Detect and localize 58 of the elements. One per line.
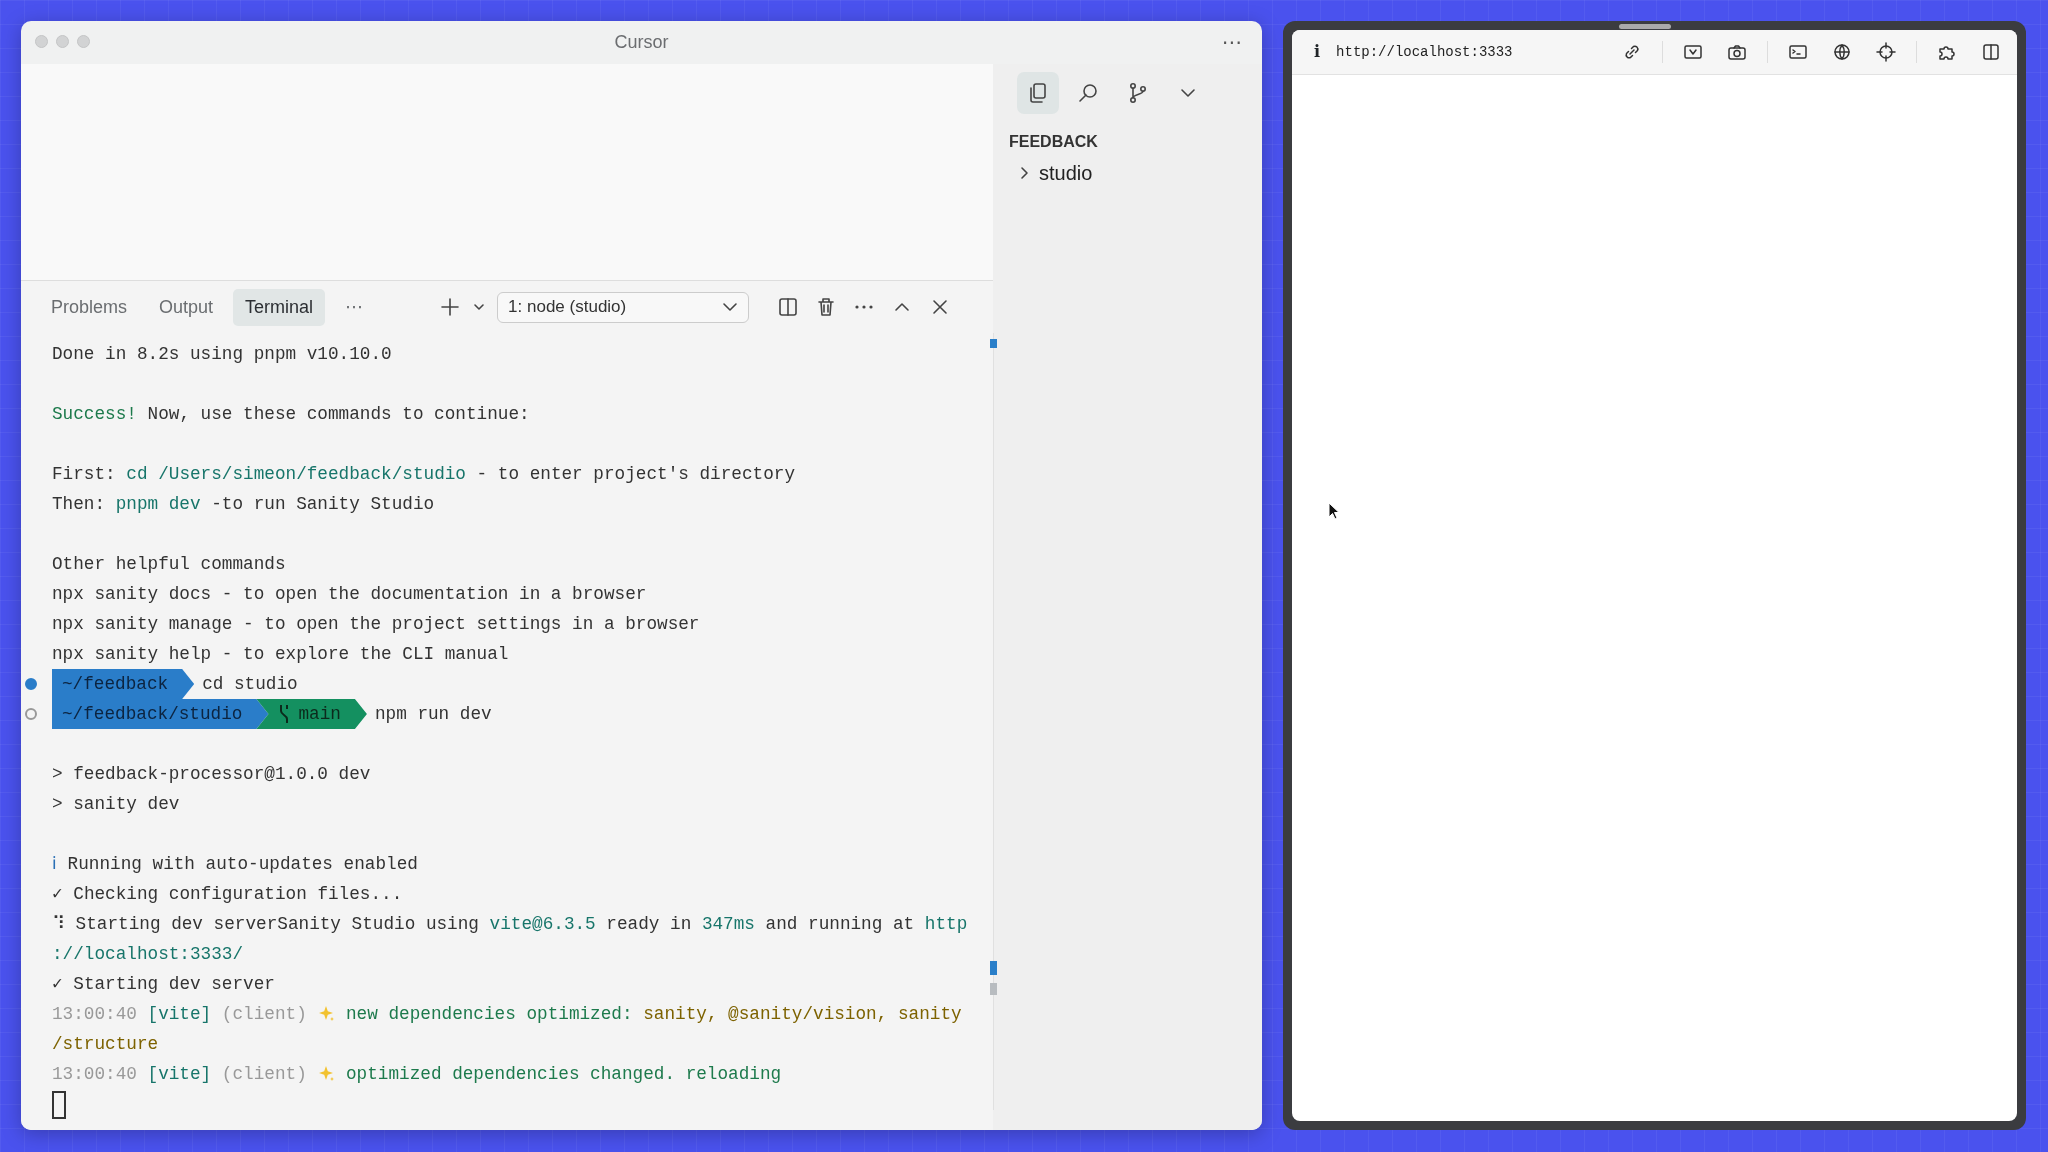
terminal-text: Other helpful commands [52,553,286,576]
terminal-text: npx sanity docs - to open the documentation in a browser [52,583,647,606]
terminal-text: cd studio [202,673,298,696]
scroll-marker [990,961,997,975]
info-button[interactable]: i [1314,40,1321,64]
search-icon [1076,81,1100,105]
terminal-select[interactable]: 1: node (studio) [497,291,750,323]
window-title: Cursor [614,31,669,54]
terminal-text: ✓ Checking configuration files... [52,883,403,906]
branch-name: main [298,703,341,726]
scroll-marker [990,339,997,348]
plus-icon [439,296,462,318]
prompt-path: ~/feedback/studio [52,699,269,729]
section-title: FEEDBACK [1009,133,1098,150]
branch-icon [278,703,291,725]
terminal-text: ⠹ Starting dev serverSanity Studio using vite@6.3.5 ready in 347ms and running at http [52,913,968,936]
terminal-text: npm run dev [374,703,492,726]
terminal-text: > sanity dev [52,793,180,816]
window-menu[interactable]: ⋯ [1222,27,1242,57]
terminal-text: Success! Now, use these commands to continue: [52,403,530,426]
mouse-pointer-icon [1328,502,1340,520]
caret-icon [473,301,486,313]
terminal-icon [1788,42,1808,62]
terminal-text: ✓ Starting dev server [52,973,275,996]
crosshair-icon [1876,42,1896,62]
terminal-text: First: cd /Users/simeon/feedback/studio - to enter project's directory [52,463,795,486]
sidebar-icon [1981,42,2001,62]
terminal-text: /structure [52,1033,159,1056]
split-icon [777,296,800,318]
more-icon [855,305,874,309]
camera-icon [1727,42,1747,62]
link-icon [1622,42,1642,62]
terminal-text: 13:00:40 [vite] (client) [52,1063,308,1086]
tree-item[interactable]: studio [1039,158,1093,188]
terminal-text: > feedback-processor@1.0.0 dev [52,763,371,786]
terminal-text: 13:00:40 [vite] (client) [52,1003,308,1026]
more-tabs-button[interactable]: ⋯ [333,288,376,326]
terminal-text: ://localhost:3333/ [52,943,244,966]
panel-tab[interactable]: Problems [39,288,140,326]
panel-tab[interactable]: Output [147,288,226,326]
address-field[interactable]: http://localhost:3333 [1336,41,1602,63]
terminal-text: Done in 8.2s using pnpm v10.10.0 [52,343,392,366]
prompt-path: ~/feedback [52,669,195,699]
terminal-text: npx sanity help - to explore the CLI manual [52,643,509,666]
dropdown-button[interactable] [473,301,486,313]
terminal-text: optimized dependencies changed. reloading [345,1063,782,1086]
sparkle-icon [317,1005,336,1023]
terminal-text: new dependencies optimized: sanity, @sanity/vision, sanity [345,1003,962,1026]
scroll-marker [990,983,997,995]
sparkle-icon [317,1065,336,1083]
terminal-text: Then: pnpm dev -to run Sanity Studio [52,493,435,516]
activity-tab[interactable] [1017,72,1059,114]
drag-handle[interactable] [1619,24,1671,29]
terminal-cursor [52,1091,66,1119]
terminal-text: npx sanity manage - to open the project settings in a browser [52,613,700,636]
globe-icon [1832,42,1852,62]
terminal-text: ℹ Running with auto-updates enabled [52,853,418,876]
panel-tab[interactable]: Terminal [233,288,326,326]
